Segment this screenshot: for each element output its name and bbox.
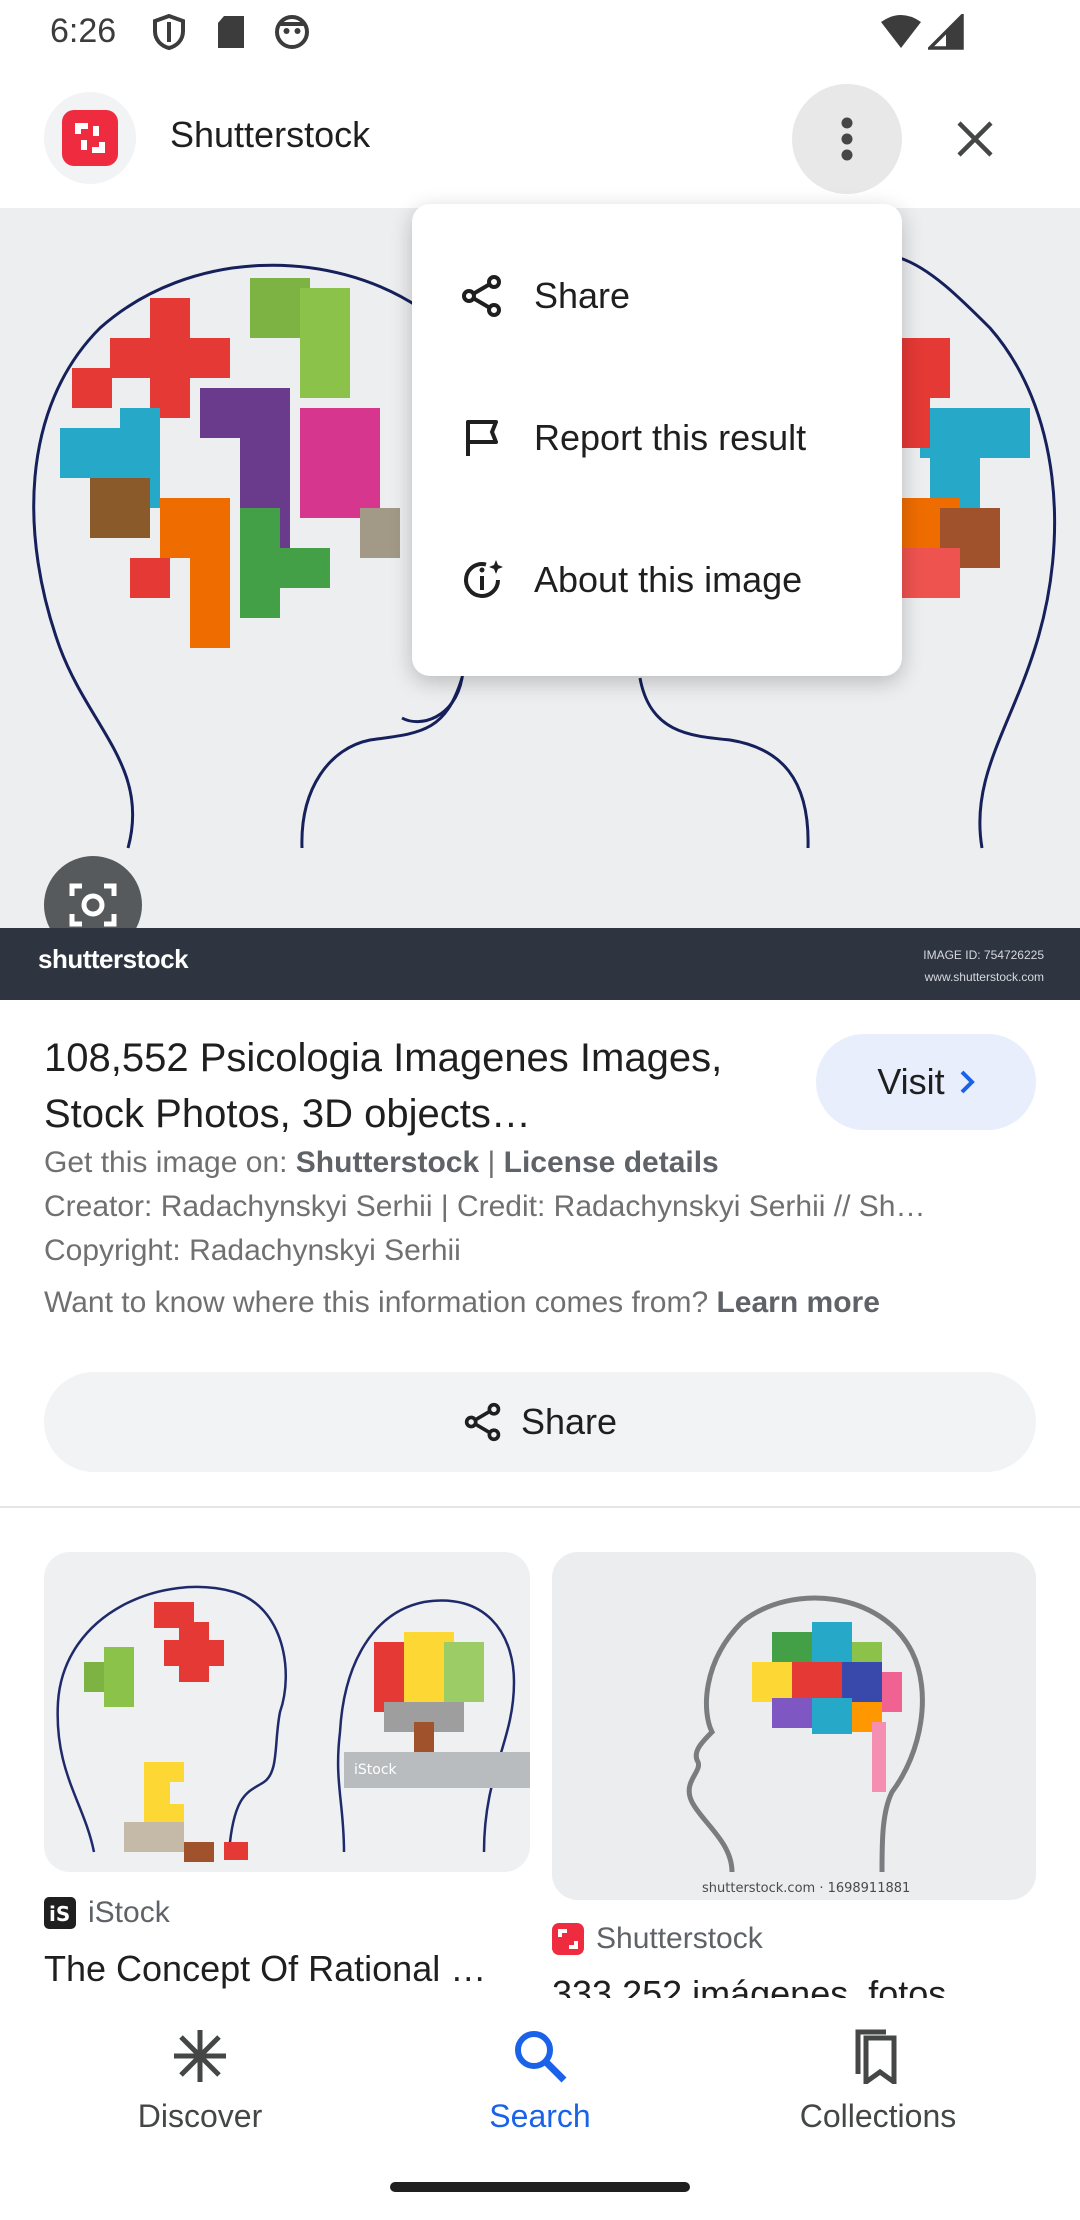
discover-icon: [174, 2030, 226, 2082]
divider: [0, 1506, 1080, 1508]
menu-item-label: About this image: [534, 559, 803, 600]
status-time: 6:26: [50, 12, 117, 50]
copyright-line: Copyright: Radachynskyi Serhii: [44, 1234, 461, 1267]
svg-text:iS: iS: [49, 1902, 70, 1926]
lens-icon: [69, 883, 117, 927]
viewer-header: Shutterstock: [0, 66, 1080, 208]
get-image-line: Get this image on: Shutterstock | Licens…: [44, 1146, 719, 1180]
menu-item-label: Report this result: [534, 417, 807, 458]
nav-label: Search: [489, 2098, 591, 2134]
image-meta: IMAGE ID: 754726225 www.shutterstock.com: [923, 944, 1044, 988]
nav-collections[interactable]: Collections: [758, 2028, 998, 2135]
learn-more-line: Want to know where this information come…: [44, 1286, 880, 1320]
more-vert-icon: [841, 117, 853, 161]
related-source: iS iStock: [44, 1896, 170, 1930]
istock-watermark: iStock: [354, 1762, 398, 1778]
related-image: shutterstock.com · 1698911881: [552, 1552, 1036, 1900]
about-image-icon: [458, 556, 506, 604]
share-button[interactable]: Share: [44, 1372, 1036, 1472]
related-image: iStock: [44, 1552, 530, 1872]
creator-line: Creator: Radachynskyi Serhii | Credit: R…: [44, 1190, 926, 1223]
get-image-source-link[interactable]: Shutterstock: [296, 1146, 479, 1179]
get-image-prefix: Get this image on:: [44, 1146, 296, 1179]
image-watermark-bar: shutterstock IMAGE ID: 754726225 www.shu…: [0, 928, 1080, 1000]
nav-discover[interactable]: Discover: [80, 2028, 320, 2135]
menu-item-label: Share: [534, 275, 631, 316]
license-details-link[interactable]: License details: [504, 1146, 719, 1179]
menu-item-about-image[interactable]: About this image: [412, 520, 902, 640]
more-options-button[interactable]: [792, 84, 902, 194]
image-id: IMAGE ID: 754726225: [923, 948, 1044, 962]
cell-signal-icon: [925, 11, 964, 55]
android-robot-icon: [274, 14, 310, 55]
related-source: Shutterstock: [552, 1922, 763, 1956]
site-logo[interactable]: [44, 92, 136, 184]
share-label: Share: [520, 1401, 618, 1442]
menu-item-report[interactable]: Report this result: [412, 378, 902, 498]
sd-card-icon: [216, 14, 246, 55]
shield-icon: [152, 13, 186, 55]
status-bar: 6:26: [0, 0, 1080, 66]
search-icon: [515, 2031, 567, 2083]
related-card[interactable]: iStock iS iStock The Concept Of Rational…: [44, 1552, 530, 1992]
image-caption: shutterstock.com · 1698911881: [702, 1881, 910, 1896]
share-icon: [458, 272, 506, 320]
site-name[interactable]: Shutterstock: [170, 114, 370, 156]
istock-logo-icon: iS: [44, 1897, 76, 1929]
close-icon: [957, 121, 993, 157]
related-title: 333.252 imágenes, fotos: [552, 1973, 947, 1998]
separator: |: [479, 1146, 504, 1179]
nav-label: Collections: [799, 2098, 957, 2134]
visit-button[interactable]: Visit: [816, 1034, 1036, 1130]
shutterstock-logo-icon: [62, 110, 118, 166]
collections-icon: [855, 2029, 897, 2084]
image-url: www.shutterstock.com: [924, 970, 1044, 984]
learn-more-link[interactable]: Learn more: [716, 1286, 879, 1319]
related-title: The Concept Of Rational …: [44, 1948, 487, 1989]
related-source-name: iStock: [88, 1896, 170, 1929]
home-indicator[interactable]: [390, 2182, 690, 2192]
result-title[interactable]: 108,552 Psicologia Imagenes Images, Stoc…: [44, 1030, 784, 1142]
close-button[interactable]: [930, 94, 1020, 184]
chevron-right-icon: [960, 1070, 975, 1094]
puzzle-brain-thumbnail: shutterstock.com · 1698911881: [686, 1595, 925, 1896]
learn-more-prefix: Want to know where this information come…: [44, 1286, 717, 1319]
overflow-menu: Share Report this result About this imag…: [412, 204, 902, 676]
flag-icon: [458, 414, 506, 462]
related-source-name: Shutterstock: [596, 1922, 763, 1955]
wifi-icon: [880, 14, 922, 55]
related-card[interactable]: shutterstock.com · 1698911881 Shuttersto…: [552, 1552, 1036, 1998]
puzzle-heads-thumbnail: iStock: [56, 1585, 530, 1862]
nav-search[interactable]: Search: [420, 2028, 660, 2135]
share-icon: [464, 1402, 501, 1442]
menu-item-share[interactable]: Share: [412, 236, 902, 356]
nav-label: Discover: [137, 2098, 263, 2134]
shutterstock-watermark: shutterstock: [38, 944, 189, 974]
shutterstock-logo-icon: [552, 1923, 584, 1955]
visit-label: Visit: [877, 1061, 945, 1102]
